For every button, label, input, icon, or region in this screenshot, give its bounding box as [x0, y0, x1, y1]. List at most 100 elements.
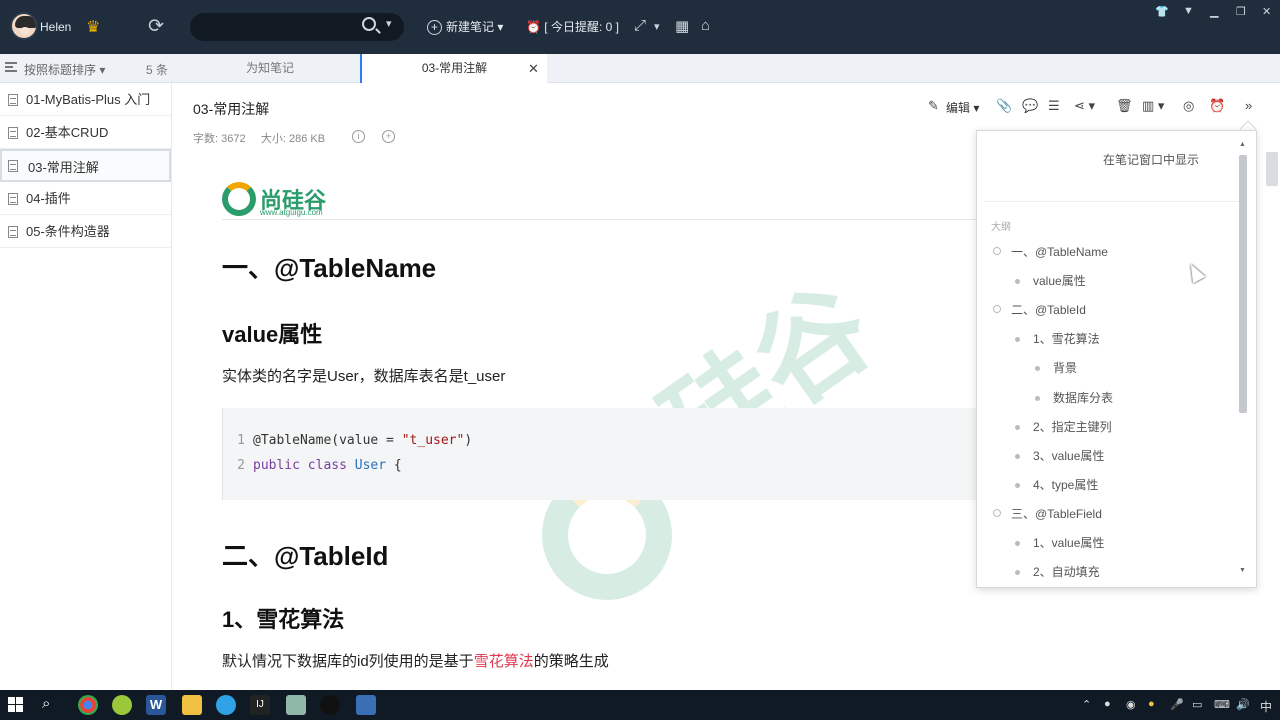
code-block[interactable]: 1 @TableName(value = "t_user") 2 public cl… [222, 408, 982, 500]
sync-icon[interactable]: ⟳ [148, 15, 164, 38]
folder-icon[interactable] [182, 695, 202, 715]
outline-item[interactable]: 4、type属性 [1015, 476, 1098, 493]
list-item[interactable]: 05-条件构造器 [0, 215, 171, 248]
windows-start-icon[interactable] [8, 697, 24, 713]
outline-item-label: value属性 [1033, 274, 1086, 288]
scroll-up-icon[interactable]: ▲ [1239, 141, 1246, 148]
list-item[interactable]: 02-基本CRUD [0, 116, 171, 149]
comment-icon[interactable]: 💬 [1022, 98, 1038, 114]
restore-icon[interactable]: ❐ [1236, 5, 1246, 18]
expand-icon[interactable]: ⤢ [634, 17, 646, 34]
tab-wiz-notes[interactable]: 为知笔记 [180, 54, 360, 83]
chrome-icon[interactable] [78, 695, 98, 715]
tray-app-icon[interactable]: ◉ [1126, 698, 1136, 711]
tray-expand-icon[interactable]: ⌃ [1082, 698, 1091, 711]
document-icon [8, 193, 18, 205]
outline-item[interactable]: 背景 [1035, 359, 1077, 376]
outline-item-label: 背景 [1053, 361, 1078, 375]
heading-tablename: 一、@TableName [222, 253, 437, 283]
outline-scrollbar[interactable]: ▲ ▼ [1237, 141, 1249, 579]
outline-item[interactable]: 二、@TableId [993, 301, 1086, 318]
ime-indicator[interactable]: 中 [1260, 698, 1272, 715]
tab-row: 按照标题排序 ▾ 5 条 为知笔记 03-常用注解 ✕ [0, 54, 1280, 83]
outline-item-label: 2、自动填充 [1033, 565, 1100, 579]
more-icon[interactable]: » [1245, 98, 1252, 113]
network-icon[interactable]: ▭ [1192, 698, 1202, 711]
qq-icon[interactable] [320, 695, 340, 715]
outline-item[interactable]: 一、@TableName [993, 243, 1108, 260]
bullet-icon [1015, 541, 1020, 546]
alarm-icon[interactable]: ⏰ [1209, 98, 1225, 114]
minimize-icon[interactable]: ▁ [1210, 5, 1218, 18]
close-icon[interactable]: ✕ [1262, 5, 1271, 18]
tray-app-icon[interactable]: ● [1148, 698, 1155, 710]
list-item[interactable]: 04-插件 [0, 182, 171, 215]
keyboard-icon[interactable]: ⌨ [1214, 698, 1230, 711]
username[interactable]: Helen [40, 20, 71, 34]
outline-item[interactable]: value属性 [1015, 272, 1086, 289]
delete-icon[interactable]: 🗑 [1116, 98, 1133, 114]
outline-item-label: 二、@TableId [1011, 303, 1086, 317]
list-item[interactable]: 03-常用注解 [0, 149, 171, 182]
tab-label: 03-常用注解 [421, 61, 488, 75]
scroll-down-icon[interactable]: ▼ [1239, 567, 1246, 574]
tray-app-icon[interactable]: ● [1104, 698, 1111, 710]
app-icon[interactable] [112, 695, 132, 715]
weibo-icon[interactable]: ◎ [1183, 98, 1194, 114]
show-in-note-window-link[interactable]: 在笔记窗口中显示 [1103, 151, 1199, 168]
add-tag-icon[interactable]: + [382, 130, 395, 143]
history-icon[interactable]: ☰ [1048, 98, 1060, 114]
outline-item[interactable]: 三、@TableField [993, 505, 1102, 522]
outline-item[interactable]: 2、指定主键列 [1015, 418, 1112, 435]
app-icon[interactable] [356, 695, 376, 715]
search-icon[interactable] [362, 17, 376, 31]
note-title[interactable]: 03-常用注解 [193, 99, 269, 119]
top-toolbar: Helen ♛ ⟳ ▾ + 新建笔记 ▾ ⏰ [ 今日提醒: 0 ] ⤢ ▾ ▦ … [0, 0, 1280, 54]
document-icon [8, 94, 18, 106]
menu-icon[interactable]: ▼ [1183, 5, 1194, 17]
avatar[interactable] [10, 12, 38, 40]
scroll-thumb[interactable] [1239, 155, 1247, 413]
outline-item-label: 三、@TableField [1011, 507, 1102, 521]
skin-icon[interactable]: 👕 [1155, 5, 1169, 18]
new-note-button[interactable]: + 新建笔记 ▾ [427, 18, 503, 35]
list-item[interactable]: 01-MyBatis-Plus 入门 [0, 83, 171, 116]
main-scrollbar[interactable] [1266, 152, 1278, 186]
note-meta: 字数: 3672 大小: 286 KB [193, 133, 326, 145]
grid-icon[interactable]: ▦ [675, 17, 689, 35]
share-icon[interactable]: ⋖ ▾ [1074, 98, 1095, 114]
notes-app-icon[interactable] [286, 695, 306, 715]
note-list: 01-MyBatis-Plus 入门 02-基本CRUD 03-常用注解 04-… [0, 83, 172, 690]
home-icon[interactable]: ⌂ [701, 17, 710, 34]
info-icon[interactable]: i [352, 130, 365, 143]
outline-panel: 在笔记窗口中显示 大纲 一、@TableName value属性 二、@TableI… [976, 130, 1257, 588]
word-icon[interactable]: W [146, 695, 166, 715]
search-icon[interactable]: ⌕ [42, 695, 62, 715]
outline-item-label: 1、雪花算法 [1033, 332, 1100, 346]
attachment-icon[interactable]: 📎 [996, 98, 1012, 114]
outline-item[interactable]: 1、value属性 [1015, 534, 1104, 551]
today-reminder-button[interactable]: ⏰ [ 今日提醒: 0 ] [526, 18, 619, 35]
volume-icon[interactable]: 🔊 [1236, 698, 1250, 711]
outline-item[interactable]: 3、value属性 [1015, 447, 1104, 464]
bullet-icon [1015, 570, 1020, 575]
chevron-down-icon[interactable]: ▾ [654, 20, 660, 33]
sort-bar[interactable]: 按照标题排序 ▾ 5 条 [0, 54, 180, 83]
close-tab-icon[interactable]: ✕ [528, 61, 539, 77]
outline-item[interactable]: 2、自动填充 [1015, 563, 1100, 580]
browser-icon[interactable] [216, 695, 236, 715]
edit-button[interactable]: 编辑 ▾ [946, 99, 979, 116]
outline-item[interactable]: 数据库分表 [1035, 389, 1113, 406]
reading-mode-icon[interactable]: ▥ ▾ [1142, 98, 1164, 114]
search-dropdown-icon[interactable]: ▾ [386, 17, 392, 30]
sort-label[interactable]: 按照标题排序 ▾ [24, 61, 105, 78]
vip-crown-icon[interactable]: ♛ [86, 17, 100, 37]
intellij-icon[interactable]: IJ [250, 695, 270, 715]
microphone-icon[interactable]: 🎤 [1170, 698, 1184, 711]
heading-value-attribute: value属性 [222, 322, 323, 347]
bullet-icon [1015, 337, 1020, 342]
outline-item[interactable]: 1、雪花算法 [1015, 330, 1100, 347]
alarm-icon: ⏰ [526, 20, 541, 34]
tab-03-annotations[interactable]: 03-常用注解 [360, 54, 547, 83]
edit-icon[interactable]: ✎ [928, 98, 939, 114]
